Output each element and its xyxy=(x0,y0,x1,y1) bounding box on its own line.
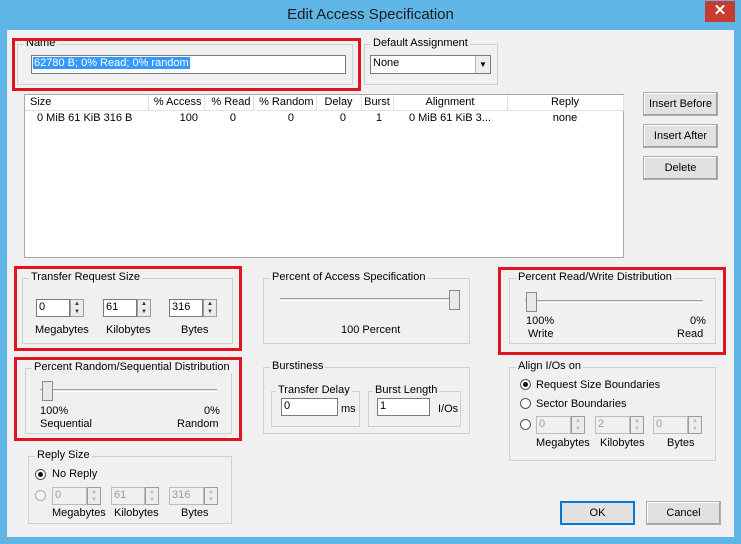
align-bytes-input[interactable]: 0 xyxy=(653,416,688,434)
burst-length-input[interactable]: 1 xyxy=(377,398,430,416)
close-button[interactable]: ✕ xyxy=(705,1,735,22)
reply-no-reply-label[interactable]: No Reply xyxy=(52,468,97,480)
spin-up-icon[interactable]: ▲ xyxy=(205,488,217,496)
column-header[interactable]: Alignment xyxy=(393,95,508,111)
highlight-random-sequential xyxy=(14,357,242,441)
percent-access-track[interactable] xyxy=(280,298,458,301)
cell-delay: 0 xyxy=(339,111,346,124)
dialog-window: Edit Access Specification ✕ Name 62780 B… xyxy=(0,0,741,544)
burstiness-label: Burstiness xyxy=(270,360,326,372)
default-assignment-label: Default Assignment xyxy=(371,37,470,49)
transfer-delay-input[interactable]: 0 xyxy=(281,398,338,416)
spin-down-icon[interactable]: ▼ xyxy=(631,425,643,433)
reply-no-reply-radio[interactable] xyxy=(35,469,46,480)
align-kilobytes-label: Kilobytes xyxy=(600,437,645,449)
window-title: Edit Access Specification xyxy=(287,6,454,23)
title-bar[interactable]: Edit Access Specification ✕ xyxy=(0,0,741,30)
highlight-transfer-size xyxy=(14,266,242,351)
align-request-size-radio[interactable] xyxy=(520,379,531,390)
align-bytes-spinner[interactable]: ▲ ▼ xyxy=(688,416,702,434)
access-table[interactable]: Size % Access % Read % Random Delay Burs… xyxy=(24,94,624,258)
align-megabytes-input[interactable]: 0 xyxy=(536,416,571,434)
column-header[interactable]: % Access xyxy=(148,95,205,111)
cell-burst: 1 xyxy=(375,111,382,124)
align-sector-radio[interactable] xyxy=(520,398,531,409)
cell-read: 0 xyxy=(229,111,236,124)
spin-up-icon[interactable]: ▲ xyxy=(572,417,584,425)
reply-kilobytes-spinner[interactable]: ▲ ▼ xyxy=(145,487,159,505)
spin-up-icon[interactable]: ▲ xyxy=(631,417,643,425)
column-header[interactable]: Size xyxy=(25,95,149,111)
cell-reply: none xyxy=(552,111,578,124)
align-label: Align I/Os on xyxy=(516,360,583,372)
spin-up-icon[interactable]: ▲ xyxy=(88,488,100,496)
spin-down-icon[interactable]: ▼ xyxy=(146,496,158,504)
table-header-row: Size % Access % Read % Random Delay Burs… xyxy=(25,95,624,111)
spin-down-icon[interactable]: ▼ xyxy=(88,496,100,504)
reply-bytes-spinner[interactable]: ▲ ▼ xyxy=(204,487,218,505)
column-header[interactable]: Delay xyxy=(316,95,362,111)
transfer-delay-unit: ms xyxy=(341,403,356,415)
delete-button[interactable]: Delete xyxy=(643,156,718,180)
percent-access-value: 100 Percent xyxy=(341,324,401,336)
reply-size-label: Reply Size xyxy=(35,449,92,461)
cancel-button[interactable]: Cancel xyxy=(646,501,721,525)
default-assignment-value: None xyxy=(373,57,400,69)
align-megabytes-label: Megabytes xyxy=(536,437,590,449)
spin-down-icon[interactable]: ▼ xyxy=(205,496,217,504)
align-kilobytes-input[interactable]: 2 xyxy=(595,416,630,434)
burst-length-label: Burst Length xyxy=(373,384,440,396)
reply-kilobytes-label: Kilobytes xyxy=(114,507,159,519)
cell-alignment: 0 MiB 61 KiB 3... xyxy=(409,111,491,124)
reply-megabytes-input[interactable]: 0 xyxy=(52,487,87,505)
column-header[interactable]: % Read xyxy=(204,95,254,111)
reply-custom-radio[interactable] xyxy=(35,490,46,501)
cell-random: 0 xyxy=(287,111,294,124)
cell-access: 100 xyxy=(179,111,198,124)
insert-before-button[interactable]: Insert Before xyxy=(643,92,718,116)
highlight-read-write xyxy=(498,267,726,355)
insert-after-button[interactable]: Insert After xyxy=(643,124,718,148)
access-table-grid: Size % Access % Read % Random Delay Burs… xyxy=(25,95,624,125)
chevron-down-icon[interactable]: ▼ xyxy=(475,56,490,73)
transfer-delay-label: Transfer Delay xyxy=(276,384,352,396)
ok-button[interactable]: OK xyxy=(560,501,635,525)
reply-kilobytes-input[interactable]: 61 xyxy=(111,487,145,505)
percent-access-slider-thumb[interactable] xyxy=(449,290,460,310)
table-row[interactable]: 0 MiB 61 KiB 316 B 100 0 0 0 1 0 MiB 61 … xyxy=(25,110,623,125)
reply-megabytes-label: Megabytes xyxy=(52,507,106,519)
align-kilobytes-spinner[interactable]: ▲ ▼ xyxy=(630,416,644,434)
column-header[interactable]: % Random xyxy=(253,95,317,111)
dialog-client: Name 62780 B; 0% Read; 0% random Default… xyxy=(7,30,734,537)
highlight-name xyxy=(12,38,361,91)
reply-megabytes-spinner[interactable]: ▲ ▼ xyxy=(87,487,101,505)
reply-bytes-input[interactable]: 316 xyxy=(169,487,204,505)
reply-bytes-label: Bytes xyxy=(181,507,209,519)
align-bytes-label: Bytes xyxy=(667,437,695,449)
spin-up-icon[interactable]: ▲ xyxy=(146,488,158,496)
column-header[interactable]: Reply xyxy=(507,95,624,111)
align-custom-radio[interactable] xyxy=(520,419,531,430)
align-megabytes-spinner[interactable]: ▲ ▼ xyxy=(571,416,585,434)
percent-access-label: Percent of Access Specification xyxy=(270,271,428,283)
spin-up-icon[interactable]: ▲ xyxy=(689,417,701,425)
column-header[interactable]: Burst xyxy=(361,95,394,111)
spin-down-icon[interactable]: ▼ xyxy=(689,425,701,433)
spin-down-icon[interactable]: ▼ xyxy=(572,425,584,433)
align-request-size-label[interactable]: Request Size Boundaries xyxy=(536,379,660,391)
default-assignment-select[interactable]: None ▼ xyxy=(370,55,491,74)
burst-length-unit: I/Os xyxy=(438,403,459,415)
align-sector-label[interactable]: Sector Boundaries xyxy=(536,398,627,410)
cell-size: 0 MiB 61 KiB 316 B xyxy=(37,111,133,124)
